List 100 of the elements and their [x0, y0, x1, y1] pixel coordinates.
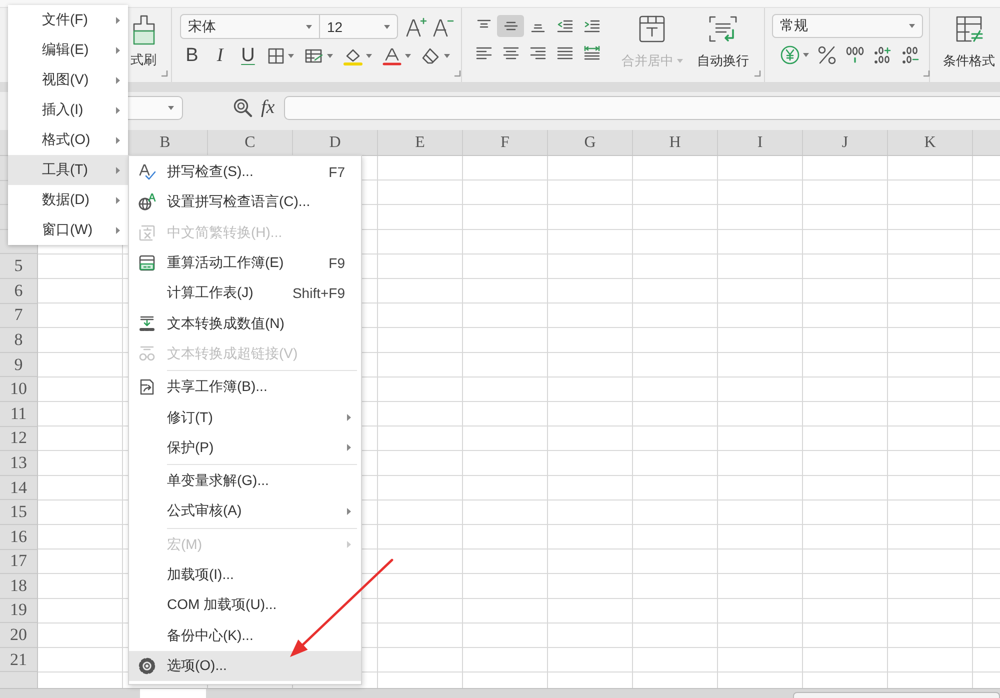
menu-item[interactable]: 保护(P)	[129, 432, 361, 463]
formula-input[interactable]	[284, 96, 1000, 120]
menu-item[interactable]: 插入(I)	[8, 95, 128, 125]
caret-icon	[306, 24, 312, 28]
spell-check-icon	[138, 163, 156, 182]
italic-button[interactable]: I	[208, 44, 232, 68]
row-header[interactable]: 14	[10, 478, 27, 498]
menu-item[interactable]: 修订(T)	[129, 402, 361, 433]
table-style-icon[interactable]	[304, 47, 324, 65]
underline-button[interactable]: U	[236, 44, 260, 68]
menu-item[interactable]: 窗口(W)	[8, 215, 128, 245]
number-format-field[interactable]: 常规	[772, 14, 923, 38]
row-header[interactable]: 8	[14, 330, 23, 350]
caret-icon[interactable]	[288, 54, 294, 58]
horizontal-scrollbar[interactable]	[793, 692, 1000, 698]
table-not-equal-icon	[954, 15, 984, 43]
caret-icon[interactable]	[803, 53, 809, 57]
menu-item[interactable]: 拼写检查(S)... F7	[129, 157, 361, 188]
menu-item[interactable]: 视图(V)	[8, 65, 128, 95]
borders-icon[interactable]	[267, 47, 285, 65]
text-to-number-icon	[138, 314, 156, 333]
percent-icon[interactable]	[817, 45, 837, 65]
text-convert-icon	[138, 224, 156, 242]
magnifier-icon[interactable]	[233, 98, 253, 118]
row-header[interactable]: 12	[10, 428, 27, 448]
row-header[interactable]: 11	[10, 404, 27, 424]
fill-bucket-icon[interactable]	[343, 46, 363, 66]
menu-item[interactable]: 计算工作表(J) Shift+F9	[129, 278, 361, 308]
format-painter-button[interactable]: 式刷	[126, 14, 161, 78]
grow-font-icon[interactable]	[405, 16, 427, 36]
caret-icon[interactable]	[444, 54, 450, 58]
caret-icon	[676, 59, 682, 63]
align-right-icon	[528, 45, 546, 61]
menu-item[interactable]: 文件(F)	[8, 5, 128, 35]
menu-item[interactable]: 数据(D)	[8, 185, 128, 215]
caret-icon	[384, 24, 390, 28]
wrap-text-button[interactable]: 自动换行	[692, 14, 754, 78]
row-header[interactable]: 16	[10, 526, 27, 547]
menu-item[interactable]: 重算活动工作簿(E) F9	[129, 248, 361, 278]
conditional-format-button[interactable]: 条件格式	[938, 14, 1000, 78]
decrease-indent-icon	[556, 18, 574, 34]
row-header[interactable]: 19	[10, 600, 27, 620]
row-header[interactable]: 5	[14, 256, 23, 276]
column-header[interactable]: K	[924, 134, 936, 152]
workbook-icon	[138, 254, 156, 272]
menu-item[interactable]: 编辑(E)	[8, 35, 128, 65]
column-header[interactable]: C	[244, 134, 256, 152]
caret-icon	[168, 106, 174, 110]
menu-item[interactable]: 单变量求解(G)...	[129, 466, 361, 496]
link-icon	[138, 344, 156, 363]
row-header[interactable]: 10	[10, 379, 27, 400]
menu-item[interactable]: 共享工作簿(B)...	[129, 372, 361, 402]
row-header[interactable]: 13	[10, 452, 27, 473]
eraser-icon[interactable]	[421, 47, 441, 65]
font-size-field[interactable]: 12	[320, 14, 398, 39]
menu-item[interactable]: 设置拼写检查语言(C)...	[129, 187, 361, 218]
menu-item[interactable]: 格式(O)	[8, 125, 128, 155]
caret-icon[interactable]	[405, 54, 411, 58]
column-header[interactable]: D	[329, 134, 341, 152]
menu-item[interactable]: COM 加载项(U)...	[129, 590, 361, 620]
row-header[interactable]: 17	[10, 551, 27, 572]
currency-icon[interactable]	[780, 45, 800, 65]
column-header[interactable]: I	[757, 134, 763, 152]
row-header[interactable]: 20	[10, 625, 27, 646]
column-header[interactable]: F	[500, 134, 510, 152]
row-header[interactable]: 7	[14, 305, 23, 326]
menu-item[interactable]: 备份中心(K)...	[129, 620, 361, 651]
menu-item[interactable]: 工具(T)	[8, 155, 128, 185]
font-name-field[interactable]: 宋体	[180, 14, 320, 39]
insert-function-button[interactable]: fx	[261, 96, 275, 120]
menu-item[interactable]: 文本转换成数值(N)	[129, 308, 361, 339]
column-header[interactable]: H	[669, 134, 681, 152]
row-header[interactable]: 6	[14, 280, 23, 301]
column-header[interactable]: B	[160, 134, 170, 152]
decrease-decimal-icon[interactable]	[901, 45, 921, 65]
row-header[interactable]: 15	[10, 502, 27, 522]
menu-item[interactable]: 加载项(I)...	[129, 560, 361, 590]
alignment-button[interactable]	[497, 15, 524, 37]
column-header[interactable]: G	[584, 134, 596, 152]
wrap-text-icon	[708, 15, 738, 43]
row-header[interactable]: 18	[10, 576, 27, 596]
bold-button[interactable]: B	[180, 44, 204, 68]
row-header[interactable]: 21	[10, 650, 27, 670]
shrink-font-icon[interactable]	[432, 16, 454, 36]
font-color-icon[interactable]	[382, 46, 402, 66]
justify-icon	[556, 45, 574, 61]
increase-indent-icon	[582, 18, 600, 34]
share-document-icon	[138, 378, 156, 396]
align-center-icon	[502, 45, 520, 61]
menu-item[interactable]: 公式审核(A)	[129, 496, 361, 527]
increase-decimal-icon[interactable]	[873, 45, 893, 65]
caret-icon[interactable]	[366, 54, 372, 58]
caret-icon	[909, 24, 915, 28]
row-header[interactable]: 9	[14, 354, 23, 375]
thousands-separator-icon[interactable]	[845, 45, 865, 65]
caret-icon[interactable]	[327, 54, 333, 58]
column-header[interactable]: E	[415, 134, 425, 152]
column-header[interactable]: J	[842, 134, 848, 152]
distribute-icon	[582, 45, 600, 61]
menu-item[interactable]: 选项(O)...	[129, 650, 361, 682]
